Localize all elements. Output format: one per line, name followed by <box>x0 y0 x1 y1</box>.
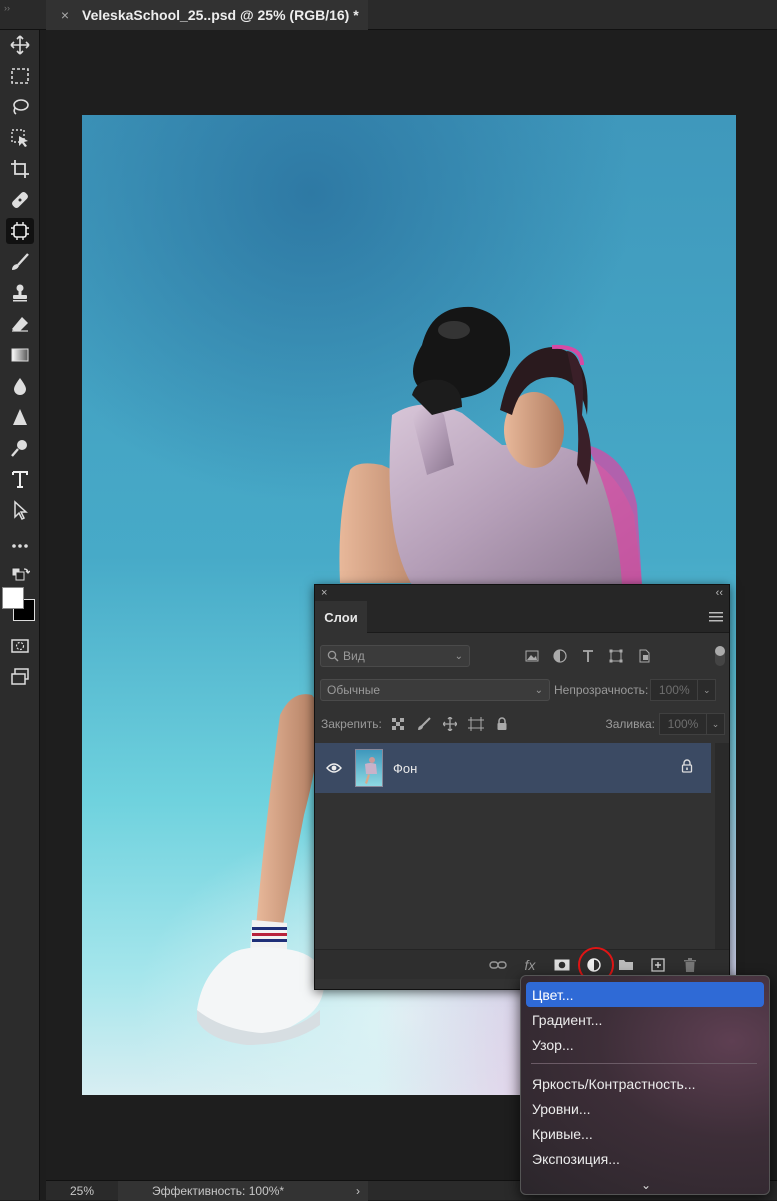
lock-icons <box>390 716 510 732</box>
lock-transparent-icon[interactable] <box>390 716 406 732</box>
stamp-icon[interactable] <box>6 280 34 306</box>
menu-item-exposure[interactable]: Экспозиция... <box>526 1146 764 1171</box>
menu-item-color[interactable]: Цвет... <box>526 982 764 1007</box>
lock-row: Закрепить: Заливка: 100% ⌄ <box>315 713 731 735</box>
type-icon[interactable] <box>6 466 34 492</box>
menu-separator <box>531 1063 757 1064</box>
type-filter-icon[interactable] <box>580 648 596 664</box>
pixel-filter-icon[interactable] <box>524 648 540 664</box>
path-select-icon[interactable] <box>6 497 34 523</box>
blur-drop-icon[interactable] <box>6 373 34 399</box>
chevron-down-icon: ⌄ <box>454 650 463 662</box>
panel-tabs: Слои <box>315 601 729 633</box>
close-panel-icon[interactable]: × <box>321 587 327 599</box>
adjustment-filter-icon[interactable] <box>552 648 568 664</box>
close-tab-icon[interactable]: × <box>54 7 76 23</box>
document-tab-bar: ›› × VeleskaSchool_25..psd @ 25% (RGB/16… <box>0 0 777 30</box>
gradient-icon[interactable] <box>6 342 34 368</box>
layers-panel: × ‹‹ Слои Вид ⌄ Обычные ⌄ Непрозрачность… <box>314 584 730 990</box>
crop-icon[interactable] <box>6 156 34 182</box>
lock-position-icon[interactable] <box>442 716 458 732</box>
generative-fill-icon[interactable] <box>6 218 34 244</box>
opacity-dropdown-icon[interactable]: ⌄ <box>698 679 717 701</box>
chevron-down-icon: ⌄ <box>534 684 543 696</box>
lock-brush-icon[interactable] <box>416 716 432 732</box>
blend-mode-select[interactable]: Обычные ⌄ <box>320 679 550 701</box>
foreground-color-swatch[interactable] <box>2 587 24 609</box>
menu-item-curves[interactable]: Кривые... <box>526 1121 764 1146</box>
menu-item-pattern[interactable]: Узор... <box>526 1032 764 1057</box>
move-icon[interactable] <box>6 32 34 58</box>
opacity-label: Непрозрачность: <box>554 683 649 697</box>
filter-row: Вид ⌄ <box>315 645 731 667</box>
document-title: VeleskaSchool_25..psd @ 25% (RGB/16) * <box>82 7 359 23</box>
menu-item-brightness-contrast[interactable]: Яркость/Контрастность... <box>526 1071 764 1096</box>
collapse-panel-icon[interactable]: ‹‹ <box>716 587 723 599</box>
link-layers-icon[interactable] <box>489 956 507 974</box>
shape-filter-icon[interactable] <box>608 648 624 664</box>
efficiency-text: Эффективность: 100%* <box>152 1183 285 1198</box>
lasso-icon[interactable] <box>6 94 34 120</box>
screen-mode-icon[interactable] <box>6 664 34 690</box>
panel-collapse-icon[interactable]: ›› <box>4 3 10 13</box>
layer-thumbnail[interactable] <box>355 749 383 787</box>
zoom-level[interactable]: 25% <box>46 1184 118 1198</box>
eraser-icon[interactable] <box>6 311 34 337</box>
efficiency-indicator[interactable]: Эффективность: 100%* › <box>118 1180 368 1201</box>
delete-layer-icon[interactable] <box>681 956 699 974</box>
layer-name[interactable]: Фон <box>393 761 417 776</box>
layer-row-background[interactable]: Фон <box>315 743 711 793</box>
blend-row: Обычные ⌄ Непрозрачность: 100% ⌄ <box>315 679 731 701</box>
object-select-icon[interactable] <box>6 125 34 151</box>
menu-item-levels[interactable]: Уровни... <box>526 1096 764 1121</box>
default-colors-icon[interactable] <box>6 563 34 589</box>
blend-mode-value: Обычные <box>327 683 381 697</box>
menu-scroll-down-icon[interactable]: ⌄ <box>521 1178 769 1192</box>
lock-label: Закрепить: <box>321 717 382 731</box>
tab-layers[interactable]: Слои <box>315 601 367 633</box>
filter-placeholder: Вид <box>343 649 365 663</box>
add-mask-icon[interactable] <box>553 956 571 974</box>
search-icon <box>327 650 339 662</box>
status-arrow-icon[interactable]: › <box>356 1184 360 1198</box>
document-tab[interactable]: × VeleskaSchool_25..psd @ 25% (RGB/16) * <box>46 0 368 30</box>
lock-all-icon[interactable] <box>494 716 510 732</box>
layer-filter-select[interactable]: Вид ⌄ <box>320 645 470 667</box>
new-layer-icon[interactable] <box>649 956 667 974</box>
healing-icon[interactable] <box>6 187 34 213</box>
panel-menu-icon[interactable] <box>709 611 723 623</box>
dodge-icon[interactable] <box>6 435 34 461</box>
panel-header: × ‹‹ <box>315 585 729 601</box>
tools-panel <box>0 30 40 1200</box>
adjustment-layer-menu: Цвет... Градиент... Узор... Яркость/Конт… <box>520 975 770 1195</box>
filter-icons <box>524 648 652 664</box>
menu-item-gradient[interactable]: Градиент... <box>526 1007 764 1032</box>
brush-icon[interactable] <box>6 249 34 275</box>
smart-object-filter-icon[interactable] <box>636 648 652 664</box>
fill-label: Заливка: <box>605 717 655 731</box>
new-group-icon[interactable] <box>617 956 635 974</box>
sharpen-icon[interactable] <box>6 404 34 430</box>
quick-mask-icon[interactable] <box>6 633 34 659</box>
lock-artboard-icon[interactable] <box>467 716 484 732</box>
fill-dropdown-icon[interactable]: ⌄ <box>707 713 725 735</box>
more-icon[interactable] <box>6 533 34 559</box>
opacity-field[interactable]: 100% <box>650 679 699 701</box>
layer-lock-icon[interactable] <box>681 758 693 778</box>
visibility-eye-icon[interactable] <box>315 762 353 774</box>
filter-toggle[interactable] <box>715 646 725 666</box>
fx-icon[interactable]: fx <box>521 956 539 974</box>
marquee-icon[interactable] <box>6 63 34 89</box>
layers-scrollbar[interactable] <box>715 743 729 951</box>
fill-field[interactable]: 100% <box>659 713 707 735</box>
